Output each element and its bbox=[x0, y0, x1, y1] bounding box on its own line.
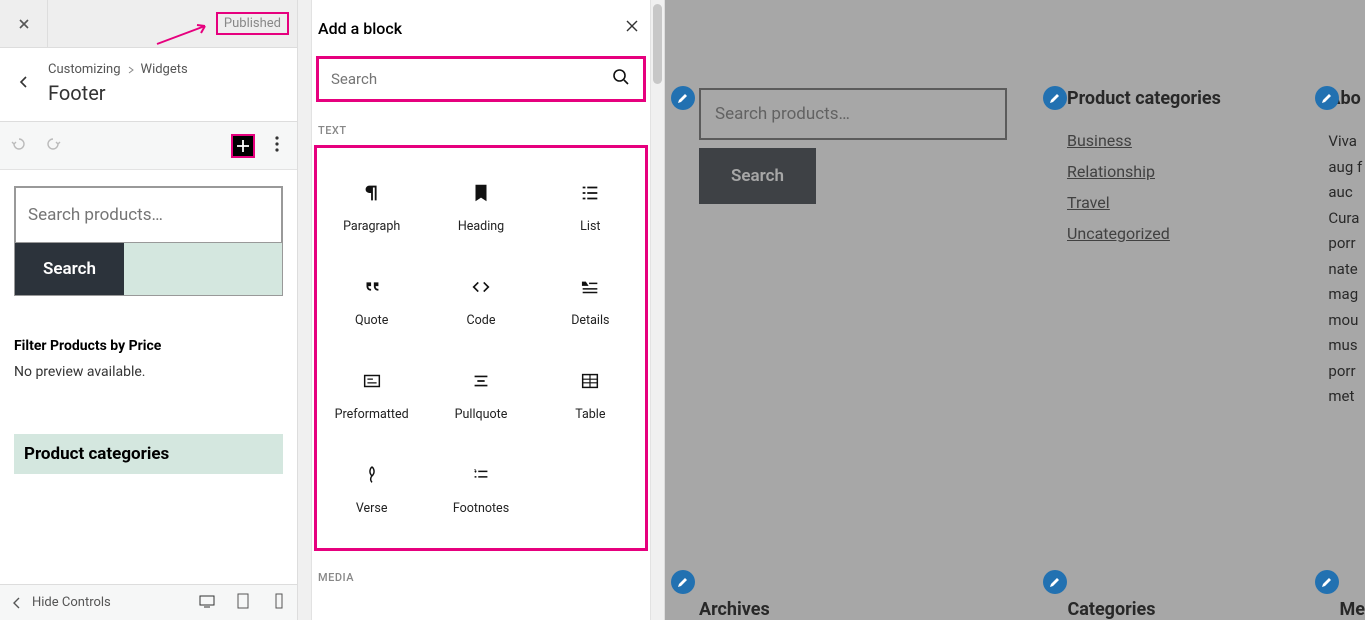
list-icon bbox=[579, 181, 601, 205]
verse-icon bbox=[361, 463, 383, 487]
preview-search-input[interactable] bbox=[699, 88, 1007, 140]
preview-categories-widget: Product categories Business Relationship… bbox=[1067, 88, 1268, 410]
footnotes-icon: 1 bbox=[470, 463, 492, 487]
preview-category-list: Business Relationship Travel Uncategoriz… bbox=[1067, 131, 1268, 243]
breadcrumb-title: Footer bbox=[48, 81, 188, 105]
search-button[interactable]: Search bbox=[15, 243, 124, 295]
widget-spacer bbox=[124, 243, 282, 295]
block-pullquote[interactable]: Pullquote bbox=[426, 348, 535, 442]
category-link[interactable]: Uncategorized bbox=[1067, 224, 1268, 243]
quote-icon bbox=[361, 275, 383, 299]
breadcrumb-bar: Customizing Widgets Footer bbox=[0, 48, 297, 122]
paragraph-icon bbox=[361, 181, 383, 205]
close-customizer-button[interactable] bbox=[0, 0, 48, 48]
edit-shortcut-icon[interactable] bbox=[671, 570, 695, 594]
block-search-input[interactable] bbox=[331, 70, 611, 88]
filter-price-text: No preview available. bbox=[14, 364, 283, 380]
hide-controls-label: Hide Controls bbox=[32, 595, 111, 610]
section-label-media: MEDIA bbox=[318, 571, 650, 584]
svg-text:1: 1 bbox=[474, 469, 477, 475]
category-link[interactable]: Business bbox=[1067, 131, 1268, 150]
preview-categories-title: Product categories bbox=[1067, 88, 1268, 109]
preview-categories2-title: Categories bbox=[1067, 599, 1279, 620]
preview-search-button[interactable]: Search bbox=[699, 148, 816, 204]
edit-shortcut-icon[interactable] bbox=[1043, 570, 1067, 594]
breadcrumb-item: Widgets bbox=[141, 62, 188, 77]
hide-controls-button[interactable]: Hide Controls bbox=[10, 595, 111, 610]
customizer-footer: Hide Controls bbox=[0, 584, 297, 620]
preview-meta-title: Me bbox=[1340, 599, 1365, 620]
block-footnotes[interactable]: 1 Footnotes bbox=[426, 442, 535, 536]
redo-button[interactable] bbox=[44, 135, 62, 157]
block-search-wrap bbox=[316, 56, 646, 102]
device-tablet-icon[interactable] bbox=[235, 593, 251, 613]
close-panel-button[interactable] bbox=[624, 18, 640, 38]
block-table[interactable]: Table bbox=[536, 348, 645, 442]
device-mobile-icon[interactable] bbox=[271, 593, 287, 613]
customizer-sidebar: Published Customizing Widgets Footer bbox=[0, 0, 298, 620]
scrollbar-right[interactable] bbox=[650, 0, 664, 620]
block-list[interactable]: List bbox=[536, 160, 645, 254]
edit-shortcut-icon[interactable] bbox=[671, 86, 695, 110]
block-heading[interactable]: Heading bbox=[426, 160, 535, 254]
block-verse[interactable]: Verse bbox=[317, 442, 426, 536]
preview-pane: Search Product categories Business Relat… bbox=[665, 0, 1365, 620]
search-widget[interactable]: Search bbox=[14, 186, 283, 296]
block-code[interactable]: Code bbox=[426, 254, 535, 348]
product-categories-widget[interactable]: Product categories bbox=[14, 434, 283, 474]
edit-shortcut-icon[interactable] bbox=[1043, 86, 1067, 110]
section-label-text: TEXT bbox=[318, 124, 650, 137]
heading-icon bbox=[470, 181, 492, 205]
search-input[interactable] bbox=[15, 187, 282, 243]
editor-toolbar bbox=[0, 122, 297, 170]
filter-price-widget[interactable]: Filter Products by Price No preview avai… bbox=[14, 334, 283, 398]
widget-list: Search Filter Products by Price No previ… bbox=[0, 170, 297, 584]
preformatted-icon bbox=[361, 369, 383, 393]
table-icon bbox=[579, 369, 601, 393]
preview-about-widget: Abo Viva aug fauc Cura porr nate mag mou… bbox=[1328, 88, 1365, 410]
block-inserter-panel: Add a block TEXT Paragraph Heading bbox=[298, 0, 665, 620]
filter-price-title: Filter Products by Price bbox=[14, 338, 283, 354]
device-desktop-icon[interactable] bbox=[199, 593, 215, 613]
preview-search-widget: Search bbox=[699, 88, 1007, 410]
category-link[interactable]: Relationship bbox=[1067, 162, 1268, 181]
preview-about-text: Viva aug fauc Cura porr nate mag mou mus… bbox=[1328, 129, 1365, 410]
block-grid-text: Paragraph Heading List Quote Code bbox=[314, 145, 648, 551]
publish-button[interactable]: Published bbox=[216, 12, 289, 35]
block-preformatted[interactable]: Preformatted bbox=[317, 348, 426, 442]
undo-button[interactable] bbox=[10, 135, 28, 157]
back-button[interactable] bbox=[0, 62, 48, 88]
code-icon bbox=[470, 275, 492, 299]
scrollbar-left[interactable] bbox=[298, 0, 312, 620]
add-block-button[interactable] bbox=[231, 134, 255, 158]
more-menu-button[interactable] bbox=[267, 134, 287, 158]
product-categories-title: Product categories bbox=[24, 444, 273, 464]
edit-shortcut-icon[interactable] bbox=[1315, 86, 1339, 110]
breadcrumb: Customizing Widgets bbox=[48, 62, 188, 77]
preview-archives-title: Archives bbox=[699, 599, 1007, 620]
breadcrumb-root: Customizing bbox=[48, 62, 121, 77]
customizer-topbar: Published bbox=[0, 0, 297, 48]
edit-shortcut-icon[interactable] bbox=[1315, 570, 1339, 594]
details-icon bbox=[579, 275, 601, 299]
search-icon bbox=[611, 67, 631, 91]
category-link[interactable]: Travel bbox=[1067, 193, 1268, 212]
panel-title: Add a block bbox=[318, 19, 402, 38]
block-details[interactable]: Details bbox=[536, 254, 645, 348]
block-paragraph[interactable]: Paragraph bbox=[317, 160, 426, 254]
pullquote-icon bbox=[470, 369, 492, 393]
block-quote[interactable]: Quote bbox=[317, 254, 426, 348]
